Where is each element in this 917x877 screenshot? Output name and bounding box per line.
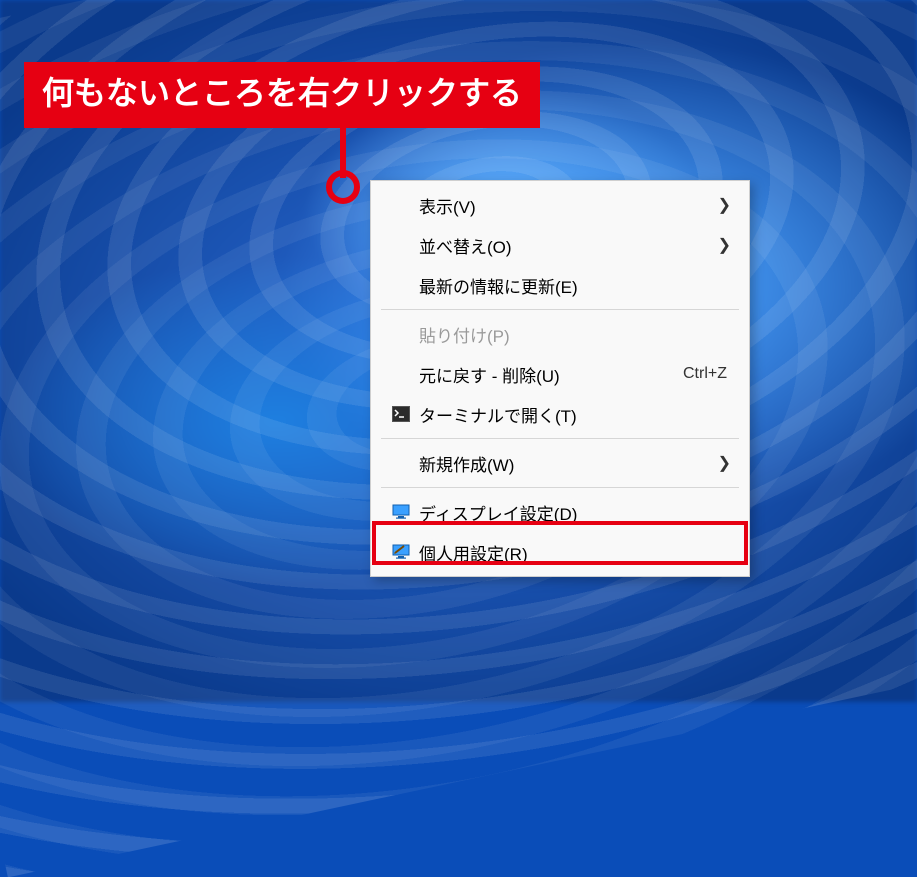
menu-item-new[interactable]: 新規作成(W) ❯: [373, 443, 747, 483]
menu-item-label: 元に戻す - 削除(U): [415, 362, 683, 387]
menu-item-label: 最新の情報に更新(E): [415, 273, 733, 298]
menu-item-open-terminal[interactable]: ターミナルで開く(T): [373, 394, 747, 434]
monitor-icon: [387, 504, 415, 520]
menu-separator: [381, 309, 739, 310]
menu-separator: [381, 438, 739, 439]
menu-item-label: 貼り付け(P): [415, 322, 733, 347]
menu-item-label: 新規作成(W): [415, 451, 718, 476]
menu-item-refresh[interactable]: 最新の情報に更新(E): [373, 265, 747, 305]
menu-item-undo-delete[interactable]: 元に戻す - 削除(U) Ctrl+Z: [373, 354, 747, 394]
chevron-right-icon: ❯: [718, 235, 733, 255]
annotation-pointer-circle: [326, 170, 360, 204]
terminal-icon: [387, 406, 415, 422]
menu-item-sort[interactable]: 並べ替え(O) ❯: [373, 225, 747, 265]
menu-item-label: 個人用設定(R): [415, 540, 733, 565]
menu-item-shortcut: Ctrl+Z: [683, 365, 733, 383]
personalize-icon: [387, 544, 415, 560]
annotation-callout-text: 何もないところを右クリックする: [42, 75, 522, 111]
annotation-callout: 何もないところを右クリックする: [24, 62, 540, 128]
menu-item-label: 表示(V): [415, 193, 718, 218]
menu-item-display-settings[interactable]: ディスプレイ設定(D): [373, 492, 747, 532]
menu-separator: [381, 487, 739, 488]
menu-item-label: ディスプレイ設定(D): [415, 500, 733, 525]
menu-item-label: 並べ替え(O): [415, 233, 718, 258]
menu-item-label: ターミナルで開く(T): [415, 402, 733, 427]
chevron-right-icon: ❯: [718, 453, 733, 473]
menu-item-paste: 貼り付け(P): [373, 314, 747, 354]
menu-item-view[interactable]: 表示(V) ❯: [373, 185, 747, 225]
menu-item-personalize[interactable]: 個人用設定(R): [373, 532, 747, 572]
chevron-right-icon: ❯: [718, 195, 733, 215]
desktop-context-menu: 表示(V) ❯ 並べ替え(O) ❯ 最新の情報に更新(E) 貼り付け(P) 元に…: [370, 180, 750, 577]
